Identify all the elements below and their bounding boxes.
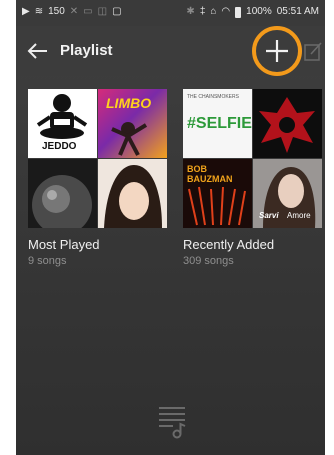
status-right: ✱ ‡ ⌂ ◠ 100% 05:51 AM <box>186 6 319 18</box>
album-cover-portrait <box>98 159 167 228</box>
lock-icon: ▢ <box>112 6 122 17</box>
play-status-icon: ▶ <box>22 6 30 17</box>
eq-icon: ◫ <box>97 6 108 17</box>
portrait-art <box>104 165 162 228</box>
album-cover-limbo: LIMBO <box>98 89 167 158</box>
sphere-art <box>32 175 92 228</box>
battery-icon <box>235 6 242 18</box>
playlist-name: Recently Added <box>183 237 275 252</box>
shuffle-icon: ✕ <box>69 6 79 17</box>
playlist-cover-mosaic[interactable]: JEDDO LIMBO <box>28 89 167 228</box>
spark-art <box>188 186 246 226</box>
clock: 05:51 AM <box>276 6 319 17</box>
playlist-count: 9 songs <box>28 255 67 267</box>
usb-icon: ‡ <box>199 6 206 17</box>
playlist-card[interactable]: JEDDO LIMBO Most Played 9 songs <box>28 89 167 267</box>
album-cover-emblem <box>253 89 322 158</box>
phone-screen: ▶ ≋ 150 ✕ ▭ ◫ ▢ ✱ ‡ ⌂ ◠ 100% 05:51 AM Pl… <box>16 0 325 455</box>
cover-text-jeddo: JEDDO <box>42 141 77 152</box>
playlist-card[interactable]: THE CHAINSMOKERS #SELFIE BOB BAUZMAN Sar… <box>183 89 322 267</box>
volume-value: 150 <box>48 6 65 17</box>
status-bar: ▶ ≋ 150 ✕ ▭ ◫ ▢ ✱ ‡ ⌂ ◠ 100% 05:51 AM <box>16 0 325 26</box>
album-cover-selfie: THE CHAINSMOKERS #SELFIE <box>183 89 252 158</box>
album-cover-sarvi: Sarvi Amore <box>253 159 322 228</box>
bluetooth-icon: ✱ <box>186 6 195 17</box>
add-playlist-button[interactable] <box>252 26 308 82</box>
back-arrow-icon[interactable] <box>26 39 50 63</box>
page-title: Playlist <box>60 42 113 59</box>
music-queue-icon[interactable] <box>155 402 189 440</box>
cover-text-chainsmokers: THE CHAINSMOKERS <box>187 94 239 100</box>
lock2-icon: ⌂ <box>210 6 217 17</box>
app-bar: Playlist <box>16 26 325 76</box>
cover-text-sarvi: Sarvi <box>259 211 279 220</box>
volume-icon: ≋ <box>34 6 44 17</box>
album-cover-jeddo: JEDDO <box>28 89 97 158</box>
wifi-icon: ◠ <box>221 6 231 17</box>
cover-text-selfie: #SELFIE <box>187 115 252 132</box>
battery-value: 100% <box>246 6 272 17</box>
status-left: ▶ ≋ 150 ✕ ▭ ◫ ▢ <box>22 6 122 18</box>
playlist-count: 309 songs <box>183 255 234 267</box>
album-cover-sphere <box>28 159 97 228</box>
cover-text-amore: Amore <box>287 211 311 220</box>
dancer-art <box>111 122 148 156</box>
emblem-art <box>259 97 315 153</box>
edit-icon[interactable] <box>304 40 324 62</box>
playlist-name: Most Played <box>28 237 100 252</box>
add-icon[interactable] <box>261 35 293 67</box>
repeat-icon: ▭ <box>83 6 93 17</box>
playlist-cover-mosaic[interactable]: THE CHAINSMOKERS #SELFIE BOB BAUZMAN Sar… <box>183 89 322 228</box>
album-cover-bauzman: BOB BAUZMAN <box>183 159 252 228</box>
